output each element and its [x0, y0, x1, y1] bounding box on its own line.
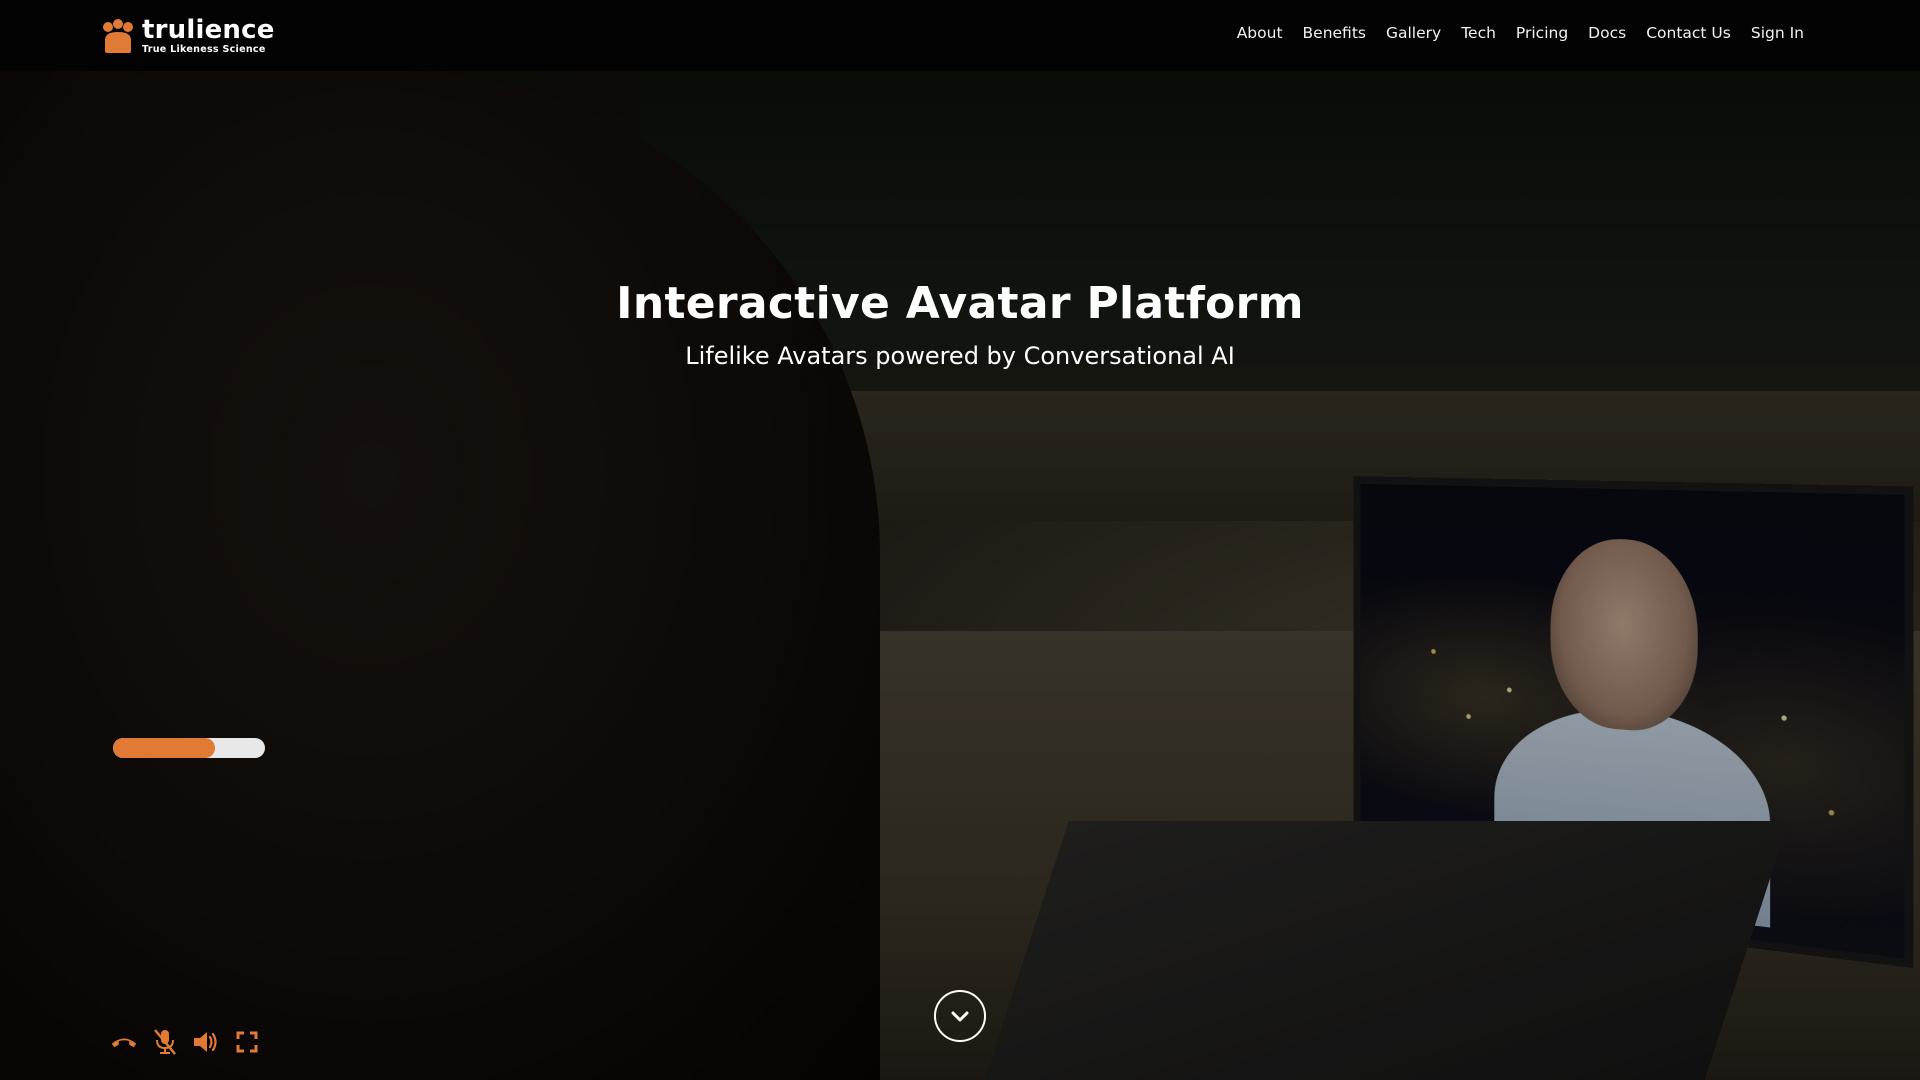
nav-about[interactable]: About — [1227, 24, 1293, 42]
nav-sign-in[interactable]: Sign In — [1741, 24, 1814, 42]
mute-button[interactable] — [151, 1028, 179, 1056]
fullscreen-button[interactable] — [233, 1028, 261, 1056]
call-controls — [110, 1028, 261, 1056]
mic-off-icon — [154, 1029, 176, 1055]
progress-fill — [113, 738, 215, 758]
nav-tech[interactable]: Tech — [1451, 24, 1506, 42]
hero-overlay — [0, 71, 1920, 1080]
nav-contact-us[interactable]: Contact Us — [1636, 24, 1741, 42]
nav-pricing[interactable]: Pricing — [1506, 24, 1578, 42]
brand-tagline: True Likeness Science — [142, 44, 266, 55]
chevron-down-icon — [951, 1011, 969, 1022]
nav-docs[interactable]: Docs — [1578, 24, 1636, 42]
hero-subtitle: Lifelike Avatars powered by Conversation… — [685, 342, 1235, 370]
hero-video — [0, 71, 1920, 1080]
hero-title: Interactive Avatar Platform — [616, 278, 1304, 329]
fullscreen-icon — [236, 1031, 258, 1053]
volume-button[interactable] — [192, 1028, 220, 1056]
logo-icon — [103, 18, 133, 53]
volume-icon — [194, 1032, 217, 1052]
brand-name: trulience — [142, 15, 275, 45]
hang-up-button[interactable] — [110, 1028, 138, 1056]
nav-benefits[interactable]: Benefits — [1293, 24, 1376, 42]
brand-logo[interactable]: trulience True Likeness Science — [100, 17, 275, 55]
main-nav: About Benefits Gallery Tech Pricing Docs… — [1227, 24, 1814, 42]
loading-progress-bar — [113, 738, 265, 758]
nav-gallery[interactable]: Gallery — [1376, 24, 1451, 42]
hang-up-icon — [111, 1038, 137, 1048]
scroll-down-button[interactable] — [934, 990, 986, 1042]
top-navbar: trulience True Likeness Science About Be… — [0, 0, 1920, 71]
